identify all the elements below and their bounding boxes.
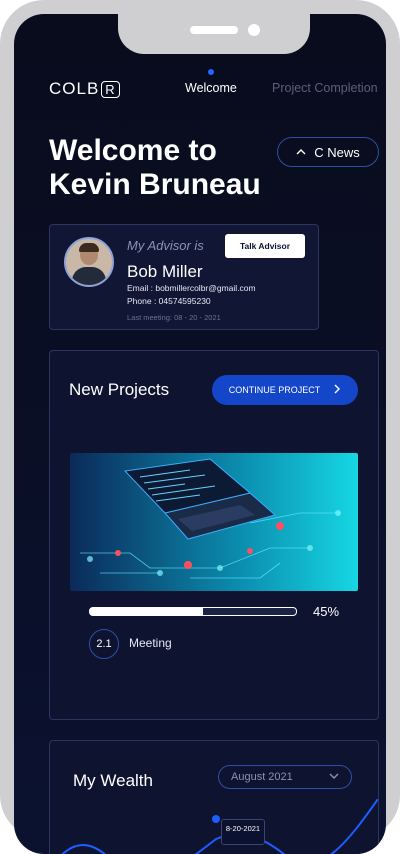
step-number-badge[interactable]: 2.1 (89, 629, 119, 659)
news-button-label: C News (314, 144, 360, 160)
advisor-phone: Phone : 04574595230 (127, 296, 211, 306)
advisor-last-meeting: Last meeting: 08 - 20 - 2021 (127, 313, 221, 322)
month-select[interactable]: August 2021 (218, 765, 352, 789)
app-screen: COLB R Welcome Project Completion Welcom… (14, 14, 386, 854)
project-banner-image (70, 453, 358, 591)
logo-text: COLB (49, 79, 100, 98)
wealth-line (61, 799, 378, 854)
my-wealth-card: My Wealth August 2021 8-20-2021 (49, 740, 379, 854)
step-label: Meeting (129, 636, 172, 650)
advisor-name: Bob Miller (127, 262, 203, 281)
logo-mark: R (101, 80, 120, 98)
wealth-chart (61, 799, 378, 854)
title-line-2: Kevin Bruneau (49, 168, 261, 201)
chart-tooltip: 8-20-2021 (221, 819, 265, 845)
month-select-value: August 2021 (231, 771, 293, 783)
wealth-title: My Wealth (73, 771, 153, 790)
continue-project-button[interactable]: CONTINUE PROJECT (212, 375, 358, 405)
advisor-card: My Advisor is Bob Miller Email : bobmill… (49, 224, 319, 330)
active-tab-indicator (208, 69, 214, 75)
chevron-down-icon (329, 771, 339, 783)
new-projects-card: New Projects CONTINUE PROJECT 45% 2.1 Me… (49, 350, 379, 720)
app-logo[interactable]: COLB R (49, 79, 120, 99)
advisor-email: Email : bobmillercolbr@gmail.com (127, 283, 256, 293)
advisor-label: My Advisor is (127, 238, 204, 253)
advisor-avatar (64, 237, 114, 287)
phone-frame: COLB R Welcome Project Completion Welcom… (0, 0, 400, 854)
title-line-1: Welcome to (49, 134, 217, 167)
project-progress-bar (89, 607, 297, 616)
chevron-up-icon (296, 147, 306, 158)
progress-percentage: 45% (313, 604, 340, 619)
page-title: Welcome to Kevin Bruneau (49, 134, 279, 202)
talk-advisor-button[interactable]: Talk Advisor (225, 234, 305, 258)
speaker-grill (190, 26, 238, 34)
camera-icon (248, 24, 260, 36)
chevron-right-icon (334, 384, 341, 396)
projects-title: New Projects (69, 380, 170, 399)
news-button[interactable]: C News (277, 137, 379, 167)
chart-highlight-point (212, 815, 220, 823)
nav-tab-project-completion[interactable]: Project Completion (272, 81, 378, 95)
nav-tab-welcome[interactable]: Welcome (185, 81, 237, 95)
continue-project-label: CONTINUE PROJECT (228, 385, 321, 395)
phone-notch (118, 14, 310, 54)
progress-fill (203, 608, 296, 615)
